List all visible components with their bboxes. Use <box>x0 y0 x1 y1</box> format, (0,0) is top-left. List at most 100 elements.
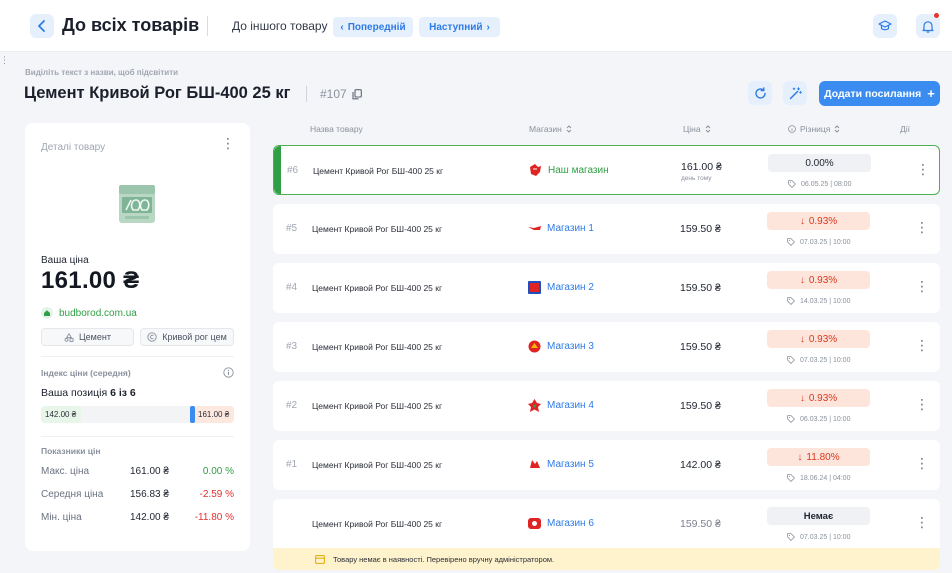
next-product-button[interactable]: Наступний › <box>419 17 500 37</box>
your-price-label: Ваша ціна <box>41 255 89 266</box>
row-product-name: Цемент Кривой Рог БШ-400 25 кг <box>312 401 443 411</box>
row-date-text: 07.03.25 | 10:00 <box>800 356 851 364</box>
stat-diff: -2.59 % <box>199 489 234 500</box>
tag-icon <box>787 415 795 423</box>
row-kebab-icon[interactable]: ⋮ <box>915 279 929 293</box>
table-row[interactable]: #5 Цемент Кривой Рог БШ-400 25 кг Магази… <box>273 204 940 254</box>
row-store-name[interactable]: Магазин 1 <box>547 223 594 234</box>
header-divider <box>207 16 208 36</box>
row-kebab-icon[interactable]: ⋮ <box>915 338 929 352</box>
row-diff-badge: ↓ 11.80% <box>767 448 870 466</box>
row-date-text: 07.03.25 | 10:00 <box>800 238 851 246</box>
info-icon[interactable] <box>223 367 234 378</box>
range-min-value: 142.00 ₴ <box>41 406 81 423</box>
row-date-text: 07.03.25 | 10:00 <box>800 533 851 541</box>
product-id-value: #107 <box>320 87 347 101</box>
row-date: 06.05.25 | 08:00 <box>788 180 851 188</box>
row-kebab-icon[interactable]: ⋮ <box>915 456 929 470</box>
your-price-value: 161.00 ₴ <box>41 267 140 294</box>
divider <box>41 356 234 357</box>
top-bar: До всіх товарів До іншого товару ‹ Попер… <box>0 0 952 52</box>
brand-tag-label: Кривой рог цем <box>162 332 227 342</box>
brand-tag[interactable]: Кривой рог цем <box>140 328 234 346</box>
column-header-diff[interactable]: Різниця <box>788 124 840 134</box>
row-store-name[interactable]: Наш магазин <box>548 165 609 176</box>
column-diff-label: Різниця <box>800 124 831 134</box>
row-diff-value: 0.00% <box>805 157 834 169</box>
shapes-icon <box>64 332 74 342</box>
chevron-left-icon <box>38 20 45 32</box>
tag-icon <box>787 474 795 482</box>
category-tag-label: Цемент <box>79 332 111 342</box>
table-row[interactable]: #4 Цемент Кривой Рог БШ-400 25 кг Магази… <box>273 263 940 313</box>
row-store-name[interactable]: Магазин 4 <box>547 400 594 411</box>
row-date: 07.03.25 | 10:00 <box>787 238 850 246</box>
add-link-button[interactable]: Додати посилання + <box>819 81 940 106</box>
row-diff-value: 0.93% <box>808 274 838 286</box>
row-diff-badge: 0.00% <box>768 154 871 172</box>
row-kebab-icon[interactable]: ⋮ <box>915 397 929 411</box>
stat-name: Мін. ціна <box>41 512 82 523</box>
column-header-store[interactable]: Магазин <box>529 124 572 134</box>
row-price: 159.50 ₴ <box>680 341 721 353</box>
position-value: 6 із 6 <box>110 387 136 399</box>
table-row[interactable]: #1 Цемент Кривой Рог БШ-400 25 кг Магази… <box>273 440 940 490</box>
copyright-circle-icon <box>147 332 157 342</box>
title-divider <box>306 86 307 102</box>
row-rank: #3 <box>286 341 298 352</box>
store-domain-text: budborod.com.ua <box>59 307 137 319</box>
row-store-name[interactable]: Магазин 2 <box>547 282 594 293</box>
store-logo-icon <box>530 164 541 176</box>
column-header-price[interactable]: Ціна <box>683 124 711 134</box>
store-domain[interactable]: budborod.com.ua <box>41 307 137 319</box>
row-store-name[interactable]: Магазин 6 <box>547 518 594 529</box>
category-tag[interactable]: Цемент <box>41 328 134 346</box>
row-kebab-icon[interactable]: ⋮ <box>915 220 929 234</box>
box-icon <box>315 554 325 564</box>
row-price: 161.00 ₴ <box>681 161 722 173</box>
product-title: Цемент Кривой Рог БШ-400 25 кг <box>24 84 291 102</box>
product-details-card: Деталі товару ⋮ Ваша ціна 161.00 ₴ budbo… <box>25 123 250 551</box>
sidebar-handle-icon[interactable]: ⋮ <box>0 52 9 68</box>
row-rank: #6 <box>287 165 299 176</box>
price-index-label: Індекс ціни (середня) <box>41 368 131 378</box>
row-kebab-icon[interactable]: ⋮ <box>915 515 929 529</box>
table-row[interactable]: #2 Цемент Кривой Рог БШ-400 25 кг Магази… <box>273 381 940 431</box>
row-store-name[interactable]: Магазин 3 <box>547 341 594 352</box>
table-row[interactable]: #3 Цемент Кривой Рог БШ-400 25 кг Магази… <box>273 322 940 372</box>
stat-diff: 0.00 % <box>202 466 234 477</box>
row-kebab-icon[interactable]: ⋮ <box>916 162 930 176</box>
row-date: 07.03.25 | 10:00 <box>787 533 850 541</box>
education-button[interactable] <box>873 14 897 38</box>
magic-wand-button[interactable] <box>783 81 807 105</box>
next-label: Наступний <box>429 21 483 33</box>
other-product-label: До іншого товару <box>232 19 328 33</box>
table-row-own[interactable]: #6 Цемент Кривой Рог БШ-400 25 кг Наш ма… <box>273 145 940 195</box>
column-header-name: Назва товару <box>310 124 363 134</box>
row-date-text: 06.05.25 | 08:00 <box>801 180 852 188</box>
plus-icon: + <box>927 85 935 101</box>
previous-product-button[interactable]: ‹ Попередній <box>333 17 413 37</box>
sort-icon <box>566 125 572 133</box>
back-to-all-products-title[interactable]: До всіх товарів <box>62 15 199 36</box>
notification-dot <box>934 13 939 18</box>
row-price: 159.50 ₴ <box>680 518 721 530</box>
table-row-out-of-stock[interactable]: Цемент Кривой Рог БШ-400 25 кг Магазин 6… <box>273 499 940 551</box>
refresh-button[interactable] <box>748 81 772 105</box>
back-button[interactable] <box>30 14 54 38</box>
column-actions-label: Дії <box>900 124 911 134</box>
store-logo-icon <box>528 518 541 529</box>
stat-diff: -11.80 % <box>194 512 234 523</box>
row-store-name[interactable]: Магазин 5 <box>547 459 594 470</box>
store-logo-icon <box>528 226 541 230</box>
row-price-age: день тому <box>681 175 712 182</box>
your-position: Ваша позиція 6 із 6 <box>41 387 136 399</box>
stat-value: 142.00 ₴ <box>130 512 169 523</box>
card-menu-kebab-icon[interactable]: ⋮ <box>221 136 235 150</box>
notice-text: Товару немає в наявності. Перевірено вру… <box>333 554 555 564</box>
stat-name: Середня ціна <box>41 489 104 500</box>
store-logo-icon <box>530 460 540 468</box>
range-position-marker <box>190 406 195 423</box>
row-rank: #2 <box>286 400 298 411</box>
copy-icon[interactable] <box>352 88 362 100</box>
